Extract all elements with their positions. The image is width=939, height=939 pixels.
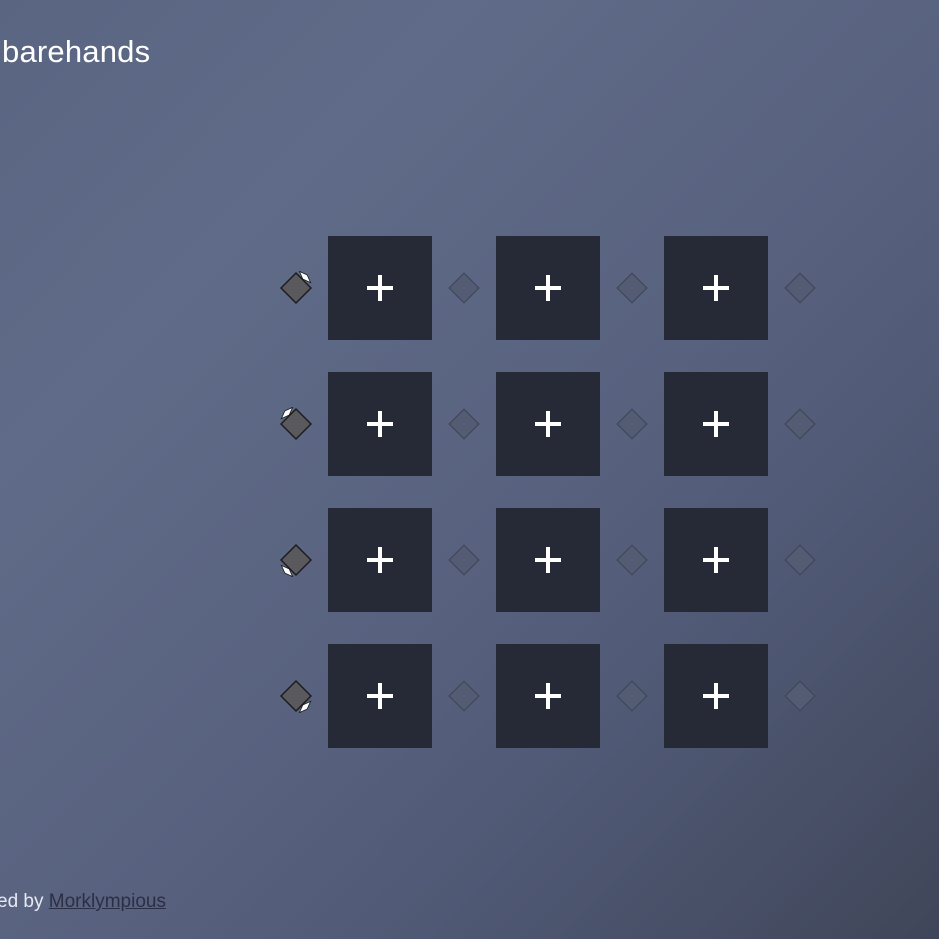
- add-slot-r3-c3[interactable]: [664, 508, 768, 612]
- connector-diamond-icon[interactable]: [448, 272, 480, 304]
- plus-icon: [367, 275, 393, 301]
- add-slot-r4-c3[interactable]: [664, 644, 768, 748]
- plus-icon: [367, 411, 393, 437]
- add-slot-r3-c2[interactable]: [496, 508, 600, 612]
- add-slot-r2-c3[interactable]: [664, 372, 768, 476]
- add-slot-r4-c1[interactable]: [328, 644, 432, 748]
- plus-icon: [703, 411, 729, 437]
- plus-icon: [535, 275, 561, 301]
- rotation-arrow-up-right-icon[interactable]: [279, 270, 313, 305]
- plus-icon: [367, 547, 393, 573]
- connector-diamond-icon[interactable]: [448, 680, 480, 712]
- plus-icon: [535, 547, 561, 573]
- footer-credit: ed by Morklympious: [0, 891, 166, 913]
- author-link[interactable]: Morklympious: [49, 891, 166, 912]
- add-slot-r1-c1[interactable]: [328, 236, 432, 340]
- add-slot-r2-c2[interactable]: [496, 372, 600, 476]
- connector-diamond-icon[interactable]: [784, 544, 816, 576]
- connector-diamond-icon[interactable]: [616, 272, 648, 304]
- rotation-arrow-up-left-icon[interactable]: [279, 406, 313, 441]
- connector-diamond-icon[interactable]: [784, 408, 816, 440]
- connector-diamond-icon[interactable]: [784, 272, 816, 304]
- add-slot-r1-c3[interactable]: [664, 236, 768, 340]
- add-slot-r3-c1[interactable]: [328, 508, 432, 612]
- connector-diamond-icon[interactable]: [616, 408, 648, 440]
- rotation-arrow-down-right-icon[interactable]: [279, 679, 313, 714]
- footer-prefix: ed by: [0, 891, 49, 912]
- connector-diamond-icon[interactable]: [448, 544, 480, 576]
- plus-icon: [703, 547, 729, 573]
- connector-diamond-icon[interactable]: [784, 680, 816, 712]
- add-slot-r1-c2[interactable]: [496, 236, 600, 340]
- combo-grid: [0, 0, 939, 939]
- plus-icon: [703, 683, 729, 709]
- connector-diamond-icon[interactable]: [616, 544, 648, 576]
- connector-diamond-icon[interactable]: [616, 680, 648, 712]
- rotation-arrow-down-left-icon[interactable]: [279, 543, 313, 578]
- plus-icon: [535, 683, 561, 709]
- add-slot-r4-c2[interactable]: [496, 644, 600, 748]
- plus-icon: [367, 683, 393, 709]
- plus-icon: [703, 275, 729, 301]
- plus-icon: [535, 411, 561, 437]
- connector-diamond-icon[interactable]: [448, 408, 480, 440]
- add-slot-r2-c1[interactable]: [328, 372, 432, 476]
